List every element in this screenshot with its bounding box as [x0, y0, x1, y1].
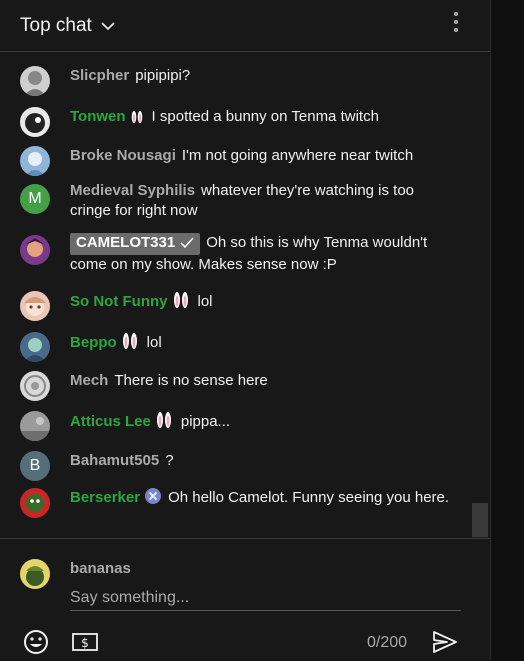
scrollbar-thumb[interactable] — [472, 503, 488, 537]
message-text: I'm not going anywhere near twitch — [181, 147, 414, 164]
message-text: There is no sense here — [114, 372, 268, 389]
x-circle-badge-icon — [144, 487, 162, 511]
avatar[interactable] — [20, 146, 50, 176]
author-name[interactable]: Broke Nousagi — [70, 147, 176, 164]
author-name[interactable]: Bahamut505 — [70, 452, 159, 469]
avatar[interactable] — [20, 107, 50, 137]
character-counter: 0/200 — [367, 634, 408, 651]
bunny-ears-icon — [170, 291, 192, 315]
author-name: CAMELOT331 — [76, 234, 176, 251]
avatar[interactable] — [20, 332, 50, 362]
avatar — [20, 559, 50, 589]
super-chat-dollar-icon[interactable]: $ — [72, 633, 98, 651]
message-text: Oh hello Camelot. Funny seeing you here. — [168, 489, 450, 506]
chat-message: Beppo lol — [20, 332, 450, 362]
chat-message: Mech There is no sense here — [20, 371, 450, 401]
chat-message: So Not Funny lol — [20, 291, 450, 321]
message-text: ? — [165, 452, 174, 469]
author-name[interactable]: So Not Funny — [70, 293, 168, 310]
chat-composer: bananas $ 0/200 — [0, 539, 490, 660]
live-chat-panel: Top chat Slicpherpipipipi? TonwenI spo — [0, 0, 491, 660]
send-icon[interactable] — [432, 629, 458, 655]
chat-message: Broke Nousagi I'm not going anywhere near… — [20, 146, 450, 176]
svg-text:$: $ — [81, 636, 89, 650]
chat-message: Tonwen I spotted a bunny on Tenma twitch — [20, 107, 450, 137]
author-name[interactable]: Medieval Syphilis — [70, 182, 195, 199]
author-name[interactable]: Mech — [70, 372, 108, 389]
emoji-icon[interactable] — [22, 628, 50, 656]
author-name[interactable]: Beppo — [70, 334, 117, 351]
message-text: lol — [146, 334, 162, 351]
chat-message: Atticus Lee pippa... — [20, 411, 450, 441]
chevron-down-icon — [100, 18, 116, 34]
message-text: I spotted a bunny on Tenma twitch — [151, 108, 379, 125]
avatar[interactable]: B — [20, 451, 50, 481]
bunny-ears-icon — [119, 332, 141, 356]
chat-header: Top chat — [0, 0, 490, 52]
message-text: lol — [197, 293, 213, 310]
avatar[interactable] — [20, 235, 50, 265]
chat-message: B Bahamut505? — [20, 451, 450, 481]
message-list[interactable]: Slicpher pipipipi? Tonwen I spotted a bunn… — [0, 53, 490, 537]
author-name[interactable]: Atticus Lee — [70, 413, 151, 430]
checkmark-icon — [180, 235, 194, 255]
moderator-chip[interactable]: CAMELOT331 — [70, 233, 201, 255]
message-text: pippa... — [180, 413, 231, 430]
chat-message: Berserker Oh hello Camelot. Funny seeing … — [20, 487, 450, 518]
avatar[interactable] — [20, 411, 50, 441]
author-name[interactable]: Berserker — [70, 489, 140, 506]
message-text: pipipipi? — [135, 67, 191, 84]
chat-mode-dropdown[interactable]: Top chat — [20, 15, 116, 37]
author-name[interactable]: Tonwen — [70, 108, 126, 125]
chat-message: M Medieval Syphilis whatever they're watc… — [20, 181, 450, 221]
current-username: bananas — [70, 560, 131, 577]
avatar[interactable] — [20, 488, 50, 518]
chat-message: CAMELOT331 Oh so this is why Tenma wouldn… — [20, 233, 450, 275]
chat-mode-label: Top chat — [20, 14, 92, 36]
chat-message-input[interactable] — [70, 586, 461, 611]
avatar[interactable] — [20, 66, 50, 96]
avatar[interactable] — [20, 371, 50, 401]
chat-message: Slicpher pipipipi? — [20, 66, 450, 96]
bunny-ears-icon — [153, 411, 175, 435]
bunny-ears-icon — [128, 108, 146, 130]
author-name[interactable]: Slicpher — [70, 67, 129, 84]
more-vert-icon[interactable] — [450, 10, 462, 34]
avatar[interactable] — [20, 291, 50, 321]
avatar[interactable]: M — [20, 184, 50, 214]
